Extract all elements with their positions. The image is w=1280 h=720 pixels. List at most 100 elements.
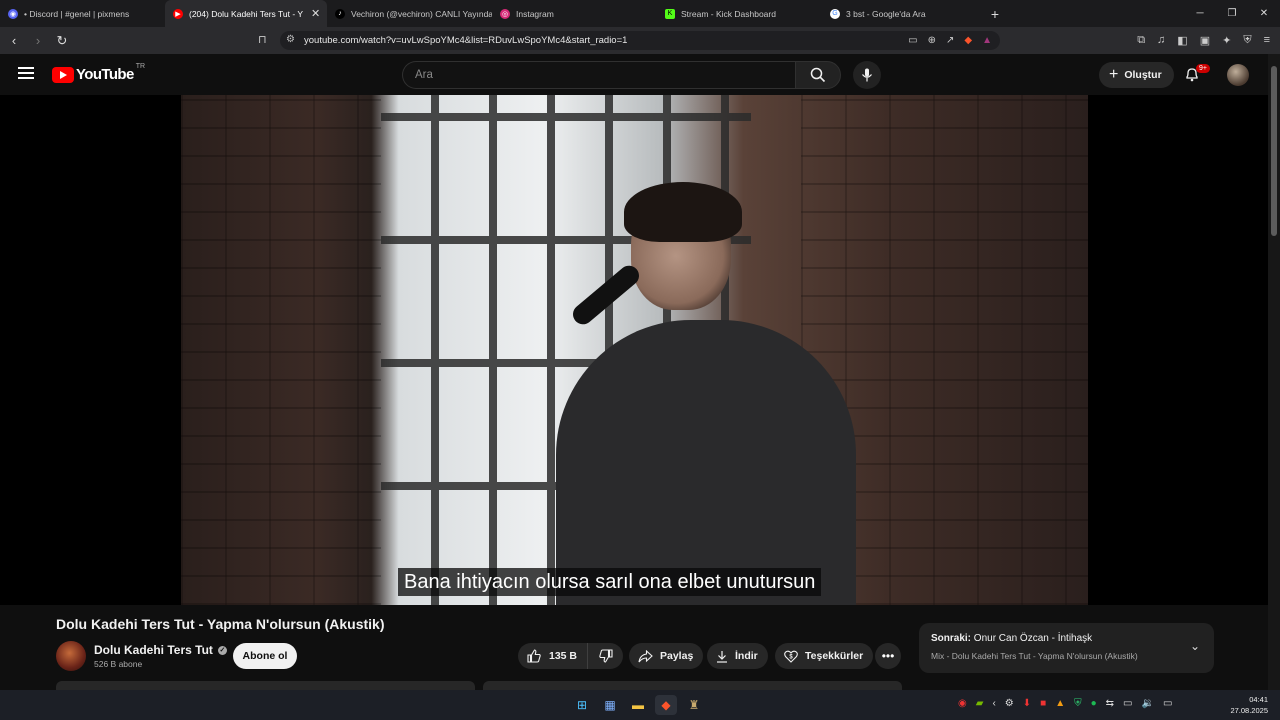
cast-icon[interactable]: ▭	[908, 35, 917, 46]
file-explorer-icon[interactable]: ▬	[627, 695, 649, 715]
tray-app-icon[interactable]: ◉	[958, 698, 967, 709]
thanks-button[interactable]: $ Teşekkürler	[775, 643, 874, 669]
youtube-header: YouTube TR Ara + Oluştur 9+	[0, 54, 1268, 95]
more-horizontal-icon: •••	[881, 649, 895, 663]
site-settings-icon[interactable]: ⚙	[286, 34, 295, 45]
account-avatar[interactable]	[1227, 64, 1249, 86]
thumbs-up-icon	[527, 649, 541, 663]
tray-download-icon[interactable]: ⬇	[1023, 698, 1031, 709]
browser-address-bar: ‹ › ↻ ⊓ ⚙ youtube.com/watch?v=uvLwSpoYMc…	[0, 27, 1280, 54]
download-button[interactable]: İndir	[707, 643, 768, 669]
url-text: youtube.com/watch?v=uvLwSpoYMc4&list=RDu…	[304, 35, 628, 46]
share-icon	[638, 649, 653, 662]
tray-record-icon[interactable]: ■	[1040, 698, 1046, 709]
browser-menu-icon[interactable]: ≡	[1264, 34, 1270, 47]
tray-spotify-icon[interactable]: ●	[1091, 698, 1097, 709]
up-next-panel[interactable]: Sonraki: Onur Can Özcan - İntihaşk Mix -…	[919, 623, 1214, 673]
tray-steam-icon[interactable]: ⚙	[1005, 698, 1014, 709]
subscribe-button[interactable]: Abone ol	[233, 643, 297, 669]
tab-discord[interactable]: ◉ • Discord | #genel | pixmens	[0, 0, 165, 27]
kick-icon: K	[665, 8, 675, 19]
leo-ai-icon[interactable]: ✦	[1222, 34, 1231, 47]
tab-youtube[interactable]: ▶ (204) Dolu Kadehi Ters Tut - Y ✕	[165, 0, 327, 27]
youtube-logo[interactable]: YouTube TR	[52, 63, 145, 83]
voice-search-button[interactable]	[853, 61, 881, 89]
tray-warning-icon[interactable]: ▲	[1055, 698, 1065, 709]
notification-badge: 9+	[1196, 64, 1210, 73]
widgets-icon[interactable]: ▦	[599, 695, 621, 715]
brave-rewards-icon[interactable]: ▲	[982, 35, 992, 46]
tab-kick[interactable]: K Stream - Kick Dashboard	[657, 0, 822, 27]
close-tab-icon[interactable]: ✕	[303, 7, 320, 20]
page-scrollbar[interactable]	[1268, 54, 1280, 690]
league-client-icon[interactable]: ♜	[683, 695, 705, 715]
close-window-icon[interactable]: ✕	[1248, 8, 1280, 19]
nvidia-icon[interactable]: ▰	[976, 698, 984, 709]
browser-tab-bar: ◉ • Discord | #genel | pixmens ▶ (204) D…	[0, 0, 1280, 27]
tab-instagram[interactable]: ◎ Instagram	[492, 0, 657, 27]
discord-icon: ◉	[8, 8, 18, 19]
video-frame[interactable]	[181, 95, 1088, 605]
share-button[interactable]: Paylaş	[629, 643, 704, 669]
create-button[interactable]: + Oluştur	[1099, 62, 1174, 88]
heart-dollar-icon: $	[784, 650, 798, 663]
battery-icon[interactable]: ▭	[1163, 698, 1172, 709]
forward-icon[interactable]: ›	[28, 33, 48, 48]
thumbs-down-icon	[598, 649, 613, 663]
search-button[interactable]	[795, 61, 841, 89]
tab-google[interactable]: G 3 bst - Google'da Ara	[822, 0, 982, 27]
google-icon: G	[830, 8, 840, 19]
tab-label: (204) Dolu Kadehi Ters Tut - Y	[189, 8, 304, 19]
system-clock[interactable]: 04:41 27.08.2025	[1230, 694, 1268, 716]
channel-name[interactable]: Dolu Kadehi Ters Tut ✓	[94, 643, 227, 657]
volume-icon[interactable]: 🔉	[1141, 698, 1153, 709]
tray-shield-icon[interactable]: ⛨	[1074, 698, 1082, 709]
wallet-icon[interactable]: ▣	[1200, 34, 1210, 47]
back-icon[interactable]: ‹	[4, 33, 24, 48]
windows-start-icon[interactable]: ⊞	[571, 695, 593, 715]
up-next-prefix: Sonraki:	[931, 633, 972, 644]
subscriber-count: 526 B abone	[94, 659, 143, 669]
network-icon[interactable]: ▭	[1123, 698, 1132, 709]
search-icon	[810, 67, 826, 83]
media-icon[interactable]: ♫	[1157, 34, 1165, 47]
like-dislike-group: 135 B	[518, 643, 623, 669]
tiktok-icon: ♪	[335, 8, 345, 19]
search-input[interactable]: Ara	[402, 61, 795, 89]
tab-label: Vechiron (@vechiron) CANLI Yayında	[351, 8, 492, 19]
tab-label: Stream - Kick Dashboard	[681, 8, 776, 19]
like-button[interactable]: 135 B	[518, 643, 588, 669]
share-page-icon[interactable]: ↗	[946, 35, 954, 46]
screenshot-icon[interactable]: ⧉	[1137, 34, 1145, 47]
windows-taskbar: ⊞ ▦ ▬ ◆ ♜ ◉ ▰ ‹ ⚙ ⬇ ■ ▲ ⛨ ● ⇆ ▭ 🔉 ▭ 04:4…	[0, 690, 1280, 720]
bookmark-icon[interactable]: ⊓	[258, 33, 267, 46]
tray-language-icon[interactable]: ⇆	[1106, 698, 1114, 709]
brave-shield-icon[interactable]: ◆	[964, 35, 972, 46]
reload-icon[interactable]: ↻	[52, 33, 72, 49]
sidebar-icon[interactable]: ◧	[1177, 34, 1187, 47]
tray-arrow-icon[interactable]: ‹	[992, 698, 995, 709]
zoom-icon[interactable]: ⊕	[928, 35, 936, 46]
video-title: Dolu Kadehi Ters Tut - Yapma N'olursun (…	[56, 616, 385, 632]
singer-figure	[536, 182, 866, 605]
up-next-subtitle: Mix - Dolu Kadehi Ters Tut - Yapma N'olu…	[931, 651, 1138, 661]
new-tab-button[interactable]: +	[982, 6, 1008, 22]
url-field[interactable]: ⚙ youtube.com/watch?v=uvLwSpoYMc4&list=R…	[280, 31, 1000, 50]
instagram-icon: ◎	[500, 8, 510, 19]
maximize-icon[interactable]: ❐	[1216, 8, 1248, 19]
dislike-button[interactable]	[588, 649, 623, 663]
brave-browser-icon[interactable]: ◆	[655, 695, 677, 715]
hamburger-menu-icon[interactable]	[18, 67, 34, 79]
channel-avatar[interactable]	[56, 641, 86, 671]
tab-tiktok[interactable]: ♪ Vechiron (@vechiron) CANLI Yayında	[327, 0, 492, 27]
up-next-title: Onur Can Özcan - İntihaşk	[973, 633, 1093, 644]
verified-icon: ✓	[217, 645, 227, 655]
youtube-icon: ▶	[173, 8, 183, 19]
minimize-icon[interactable]: ─	[1184, 8, 1216, 19]
tab-label: • Discord | #genel | pixmens	[24, 8, 130, 19]
video-player[interactable]: Bana ihtiyacın olursa sarıl ona elbet un…	[0, 95, 1268, 605]
vpn-icon[interactable]: ⛨	[1243, 34, 1251, 47]
chevron-down-icon[interactable]: ⌄	[1190, 639, 1200, 653]
brick-wall-left	[181, 95, 381, 605]
more-actions-button[interactable]: •••	[875, 643, 901, 669]
